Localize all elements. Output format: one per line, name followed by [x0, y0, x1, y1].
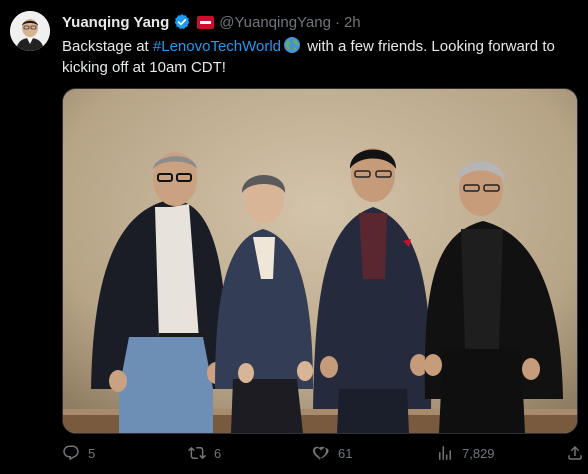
hashtag-link[interactable]: #LenovoTechWorld	[153, 38, 281, 55]
views-button[interactable]: 7,829	[436, 444, 495, 462]
retweet-count: 6	[214, 445, 222, 461]
share-button[interactable]	[566, 444, 584, 462]
like-icon	[312, 446, 329, 460]
timestamp[interactable]: 2h	[344, 14, 361, 31]
tweet-text-part1: Backstage at	[62, 38, 153, 55]
views-icon	[439, 446, 451, 460]
tweet-photo[interactable]	[62, 88, 578, 434]
reply-count: 5	[88, 445, 96, 461]
verified-badge-icon	[173, 13, 191, 31]
separator: ·	[334, 13, 340, 31]
like-button[interactable]: 61	[312, 444, 352, 462]
retweet-button[interactable]: 6	[188, 444, 221, 462]
avatar[interactable]	[10, 11, 50, 51]
share-icon	[568, 445, 582, 460]
author-name[interactable]: Yuanqing Yang	[62, 14, 169, 31]
action-bar: 5 6 61 7,829	[62, 443, 582, 463]
tweet-header: Yuanqing Yang @YuanqingYang · 2h	[62, 12, 361, 32]
globe-emoji-icon	[283, 36, 301, 54]
reply-icon	[63, 445, 79, 461]
flag-icon	[197, 15, 215, 29]
tweet-text: Backstage at #LenovoTechWorld with a few…	[62, 36, 577, 78]
retweet-icon	[188, 446, 206, 460]
reply-button[interactable]: 5	[62, 444, 95, 462]
tweet[interactable]: Yuanqing Yang @YuanqingYang · 2h Backsta…	[0, 0, 588, 474]
views-count: 7,829	[462, 445, 495, 461]
author-handle[interactable]: @YuanqingYang	[219, 14, 331, 31]
like-count: 61	[338, 445, 353, 461]
